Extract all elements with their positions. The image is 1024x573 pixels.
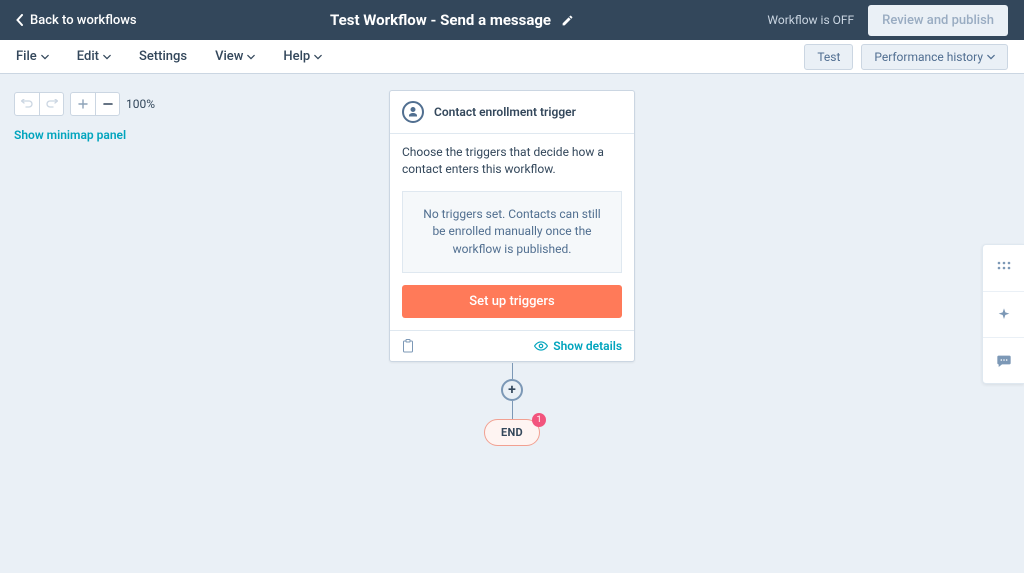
back-label: Back to workflows [30, 13, 137, 28]
title-area: Test Workflow - Send a message [137, 11, 768, 29]
clipboard-icon[interactable] [402, 339, 414, 353]
rail-sparkle-icon[interactable] [983, 291, 1024, 337]
end-badge: 1 [532, 413, 546, 427]
review-publish-button[interactable]: Review and publish [868, 5, 1008, 36]
menubar: File Edit Settings View Help Test Perfor… [0, 40, 1024, 74]
edit-title-icon[interactable] [561, 14, 574, 27]
menu-view[interactable]: View [215, 49, 255, 64]
right-rail [982, 244, 1024, 384]
topbar-right: Workflow is OFF Review and publish [767, 5, 1008, 36]
trigger-card[interactable]: Contact enrollment trigger Choose the tr… [389, 90, 635, 362]
setup-triggers-button[interactable]: Set up triggers [402, 285, 622, 318]
performance-history-button[interactable]: Performance history [861, 44, 1008, 70]
workflow-title: Test Workflow - Send a message [330, 11, 551, 29]
add-action-button[interactable]: + [501, 379, 523, 401]
topbar: Back to workflows Test Workflow - Send a… [0, 0, 1024, 40]
workflow-status: Workflow is OFF [767, 13, 854, 27]
show-details-link[interactable]: Show details [534, 339, 622, 353]
trigger-card-title: Contact enrollment trigger [434, 105, 576, 119]
chevron-down-icon [314, 53, 322, 61]
rail-chat-icon[interactable] [983, 337, 1024, 383]
chevron-down-icon [41, 53, 49, 61]
show-details-label: Show details [553, 339, 622, 353]
test-button[interactable]: Test [804, 44, 853, 70]
back-to-workflows[interactable]: Back to workflows [16, 13, 137, 28]
menubar-right: Test Performance history [804, 44, 1008, 70]
connector-line [512, 363, 513, 379]
trigger-card-footer: Show details [390, 330, 634, 361]
eye-icon [534, 341, 548, 351]
menu-help[interactable]: Help [283, 49, 322, 64]
chevron-left-icon [16, 14, 24, 26]
rail-apps-icon[interactable] [983, 245, 1024, 291]
chevron-down-icon [247, 53, 255, 61]
menu-edit[interactable]: Edit [77, 49, 111, 64]
chevron-down-icon [987, 53, 995, 61]
workflow-canvas[interactable]: Contact enrollment trigger Choose the tr… [0, 74, 1024, 573]
menu-file[interactable]: File [16, 49, 49, 64]
trigger-card-header: Contact enrollment trigger [390, 91, 634, 134]
trigger-card-description: Choose the triggers that decide how a co… [390, 134, 634, 191]
contact-icon [402, 101, 424, 123]
end-label: END [484, 419, 540, 446]
chevron-down-icon [103, 53, 111, 61]
end-node[interactable]: END 1 [484, 419, 540, 446]
connector-line [512, 401, 513, 419]
menubar-left: File Edit Settings View Help [16, 49, 322, 64]
trigger-empty-state: No triggers set. Contacts can still be e… [402, 191, 622, 273]
menu-settings[interactable]: Settings [139, 49, 187, 64]
